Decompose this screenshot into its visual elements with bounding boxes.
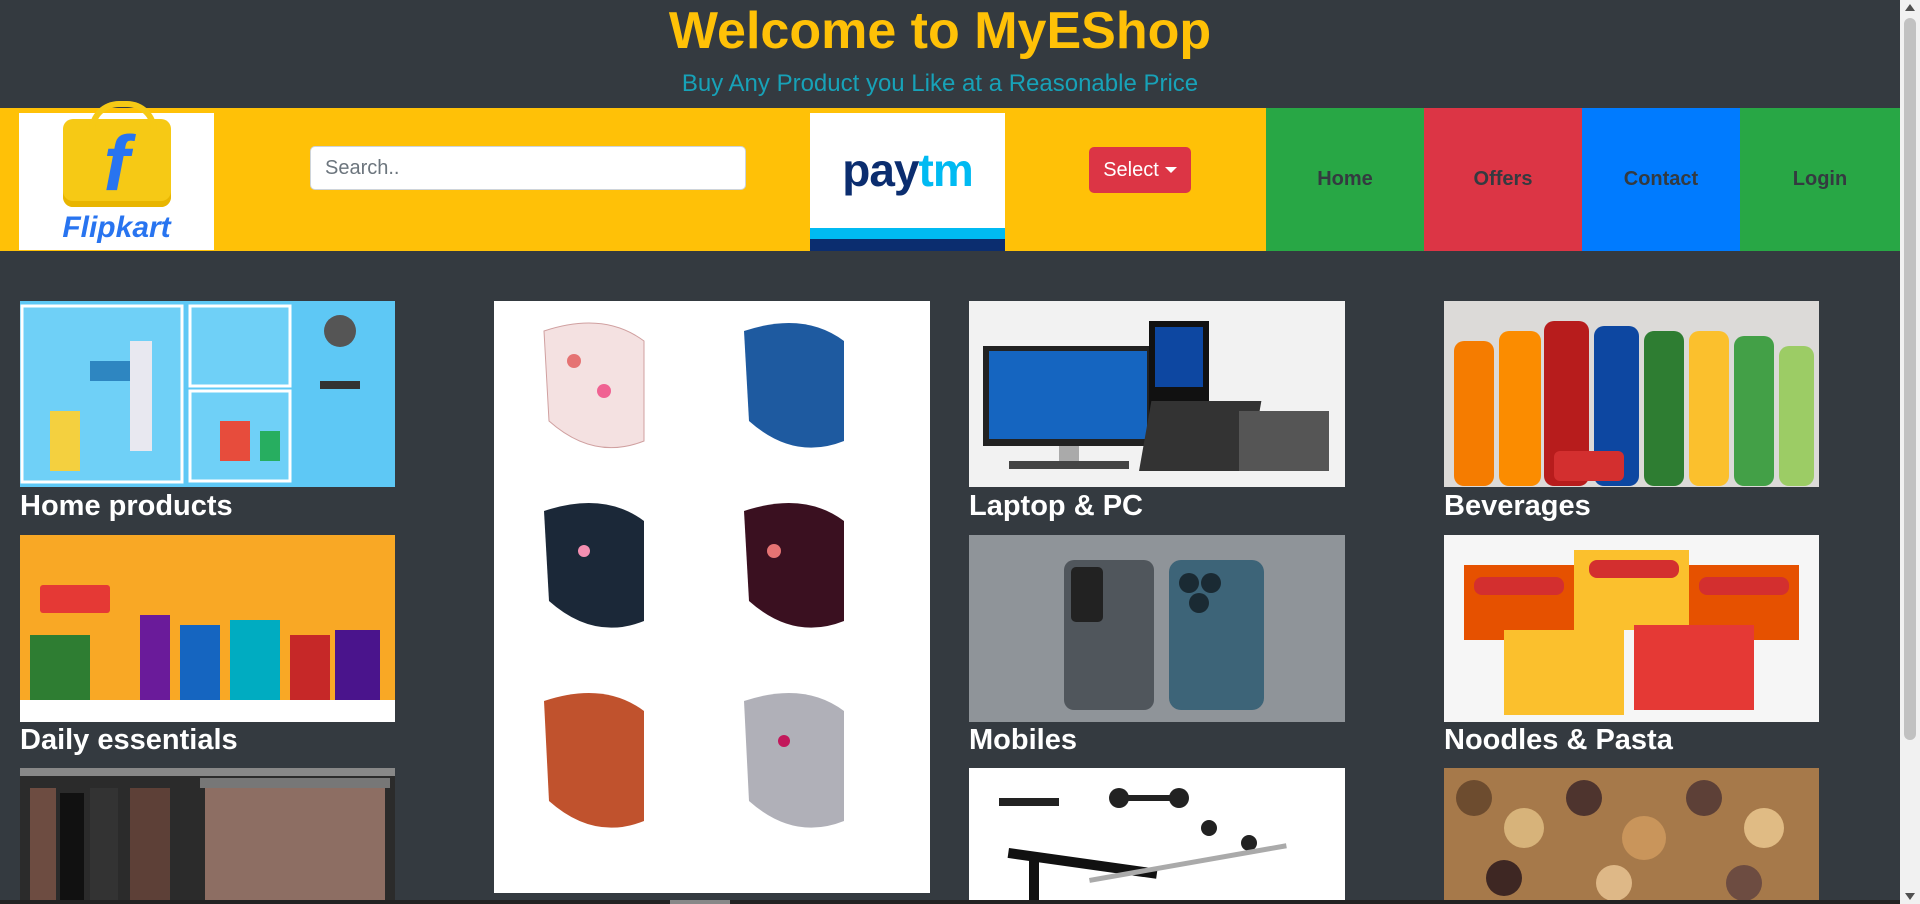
nav-offers[interactable]: Offers: [1424, 108, 1582, 251]
paytm-logo[interactable]: paytm: [810, 113, 1005, 251]
laptop-pc-image[interactable]: [969, 301, 1345, 487]
caret-down-icon: [1164, 166, 1177, 173]
category-label-mobiles: Mobiles: [969, 724, 1077, 756]
scroll-up-arrow-icon[interactable]: [1905, 4, 1915, 11]
home-products-image[interactable]: [20, 301, 395, 487]
vertical-scrollbar[interactable]: [1900, 0, 1920, 904]
daily-essentials-image[interactable]: [20, 535, 395, 722]
search-input[interactable]: [310, 146, 746, 190]
nav-offers-label: Offers: [1473, 168, 1533, 190]
category-label-home-products: Home products: [20, 490, 233, 522]
flipkart-logo-text: Flipkart: [62, 210, 171, 244]
beverages-image[interactable]: [1444, 301, 1819, 487]
category-label-laptop-pc: Laptop & PC: [969, 490, 1143, 522]
site-header: Welcome to MyEShop Buy Any Product you L…: [0, 0, 1920, 108]
vertical-scroll-thumb[interactable]: [1904, 18, 1916, 740]
category-label-beverages: Beverages: [1444, 490, 1591, 522]
scroll-down-arrow-icon[interactable]: [1905, 893, 1915, 900]
category-label-daily-essentials: Daily essentials: [20, 724, 238, 756]
nav-login[interactable]: Login: [1740, 108, 1900, 251]
nav-home[interactable]: Home: [1266, 108, 1424, 251]
fitness-equipment-image[interactable]: [969, 768, 1345, 900]
nav-contact-label: Contact: [1623, 168, 1699, 190]
mobiles-image[interactable]: [969, 535, 1345, 722]
select-label: Select: [1103, 158, 1159, 181]
nav-login-label: Login: [1792, 168, 1848, 190]
page-subtitle: Buy Any Product you Like at a Reasonable…: [681, 70, 1199, 97]
paytm-logo-text-tm: tm: [918, 144, 974, 196]
cookies-image[interactable]: [1444, 768, 1819, 900]
face-masks-image[interactable]: [494, 301, 930, 893]
page-title: Welcome to MyEShop: [668, 2, 1212, 60]
noodles-pasta-image[interactable]: [1444, 535, 1819, 722]
clothing-image[interactable]: [20, 768, 395, 900]
paytm-logo-text: pay: [842, 144, 919, 196]
horizontal-scroll-thumb[interactable]: [670, 900, 730, 904]
select-dropdown-button[interactable]: Select: [1089, 147, 1191, 193]
shopping-bag-icon: f: [62, 100, 171, 207]
flipkart-logo[interactable]: f Flipkart: [19, 100, 214, 250]
navbar: f Flipkart paytm Select Home Offers Cont…: [0, 100, 1900, 251]
nav-home-label: Home: [1317, 168, 1373, 190]
nav-contact[interactable]: Contact: [1582, 108, 1740, 251]
horizontal-scrollbar[interactable]: [0, 900, 1900, 904]
category-label-noodles-pasta: Noodles & Pasta: [1444, 724, 1673, 756]
